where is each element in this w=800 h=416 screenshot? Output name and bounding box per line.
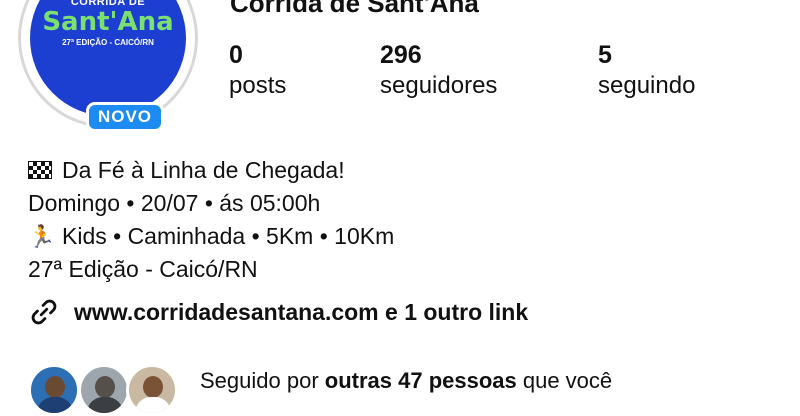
stat-posts-value: 0 xyxy=(229,41,243,69)
mutual-followers-avatars xyxy=(28,364,188,416)
bio: Da Fé à Linha de Chegada! Domingo • 20/0… xyxy=(28,154,394,286)
stat-followers-label: seguidores xyxy=(380,72,498,99)
checkered-flag-icon xyxy=(28,161,52,179)
bio-line-3: 🏃 Kids • Caminhada • 5Km • 10Km xyxy=(28,220,394,253)
runner-icon: 🏃 xyxy=(28,224,56,249)
followed-by-prefix: Seguido por xyxy=(200,368,325,393)
stat-followers-value: 296 xyxy=(380,41,422,69)
bio-line-3-text: Kids • Caminhada • 5Km • 10Km xyxy=(62,223,395,249)
avatar xyxy=(78,364,130,416)
bio-line-4: 27ª Edição - Caicó/RN xyxy=(28,256,258,282)
logo-line-3: 27ª EDIÇÃO - CAICÓ/RN xyxy=(62,38,154,47)
avatar xyxy=(28,364,80,416)
link-icon xyxy=(31,299,57,325)
stat-following-label: seguindo xyxy=(598,72,696,99)
new-badge: NOVO xyxy=(86,102,164,132)
stat-followers[interactable]: 296 seguidores xyxy=(380,40,497,102)
logo-line-2: Sant'Ana xyxy=(42,7,174,37)
bio-line-2: Domingo • 20/07 • ás 05:00h xyxy=(28,190,321,216)
bio-line-1-text: Da Fé à Linha de Chegada! xyxy=(62,157,345,183)
link-text: www.corridadesantana.com e 1 outro link xyxy=(74,298,529,325)
followed-by-count: outras 47 pessoas xyxy=(324,368,517,393)
followed-by-text: Seguido por outras 47 pessoas que você xyxy=(200,366,612,396)
stat-posts-label: posts xyxy=(229,72,287,99)
bio-line-1: Da Fé à Linha de Chegada! xyxy=(28,154,394,187)
stat-posts[interactable]: 0 posts xyxy=(229,40,286,102)
stat-following-value: 5 xyxy=(598,41,612,69)
bio-link[interactable]: www.corridadesantana.com e 1 outro link xyxy=(28,297,528,327)
stat-following[interactable]: 5 seguindo xyxy=(598,40,695,102)
profile-avatar[interactable]: CORRIDA DE Sant'Ana 27ª EDIÇÃO - CAICÓ/R… xyxy=(18,0,202,132)
avatar xyxy=(126,364,178,416)
profile-name: Corrida de Sant'Ana xyxy=(230,0,479,18)
followed-by-suffix: que você xyxy=(516,368,613,393)
followed-by[interactable]: Seguido por outras 47 pessoas que você xyxy=(28,364,612,416)
